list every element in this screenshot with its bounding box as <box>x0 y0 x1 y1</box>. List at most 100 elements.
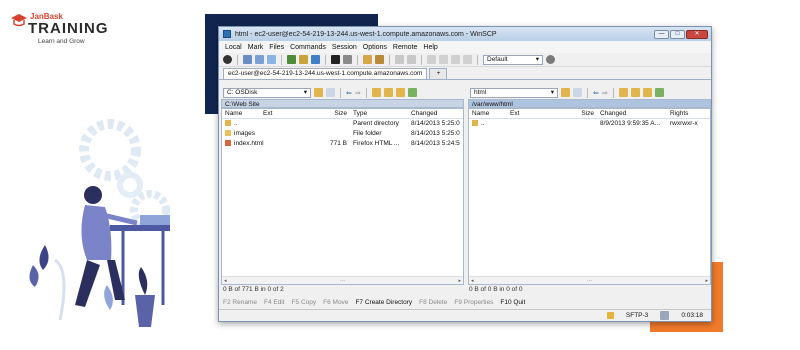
transfer-settings-gear-icon[interactable] <box>546 55 555 64</box>
remote-pane: html ▾ ⇐ ⇒ /var/www/html Name Ext Size C… <box>468 86 711 285</box>
scroll-right-icon[interactable]: ▸ <box>705 278 708 284</box>
f9-properties-button[interactable]: F9 Properties <box>454 299 493 306</box>
select-all-icon[interactable] <box>439 55 448 64</box>
column-changed[interactable]: Changed <box>597 109 667 118</box>
toolbar-separator <box>237 54 238 65</box>
f5-copy-button[interactable]: F5 Copy <box>292 299 317 306</box>
toolbar-separator <box>340 87 341 98</box>
synchronize-browsing-icon[interactable] <box>299 55 308 64</box>
scroll-thumb[interactable]: ⋯ <box>587 278 592 284</box>
file-type: Parent directory <box>353 120 399 127</box>
home-icon[interactable] <box>642 88 652 97</box>
menu-options[interactable]: Options <box>363 44 387 51</box>
refresh-icon[interactable] <box>407 88 417 97</box>
f10-quit-button[interactable]: F10 Quit <box>500 299 525 306</box>
forward-arrow-icon[interactable]: ⇒ <box>355 89 361 97</box>
table-row[interactable]: index.html 771 B Firefox HTML ... 8/14/2… <box>222 139 463 149</box>
home-icon[interactable] <box>395 88 405 97</box>
menu-remote[interactable]: Remote <box>393 44 418 51</box>
toolbar-separator <box>477 54 478 65</box>
refresh-icon[interactable] <box>311 55 320 64</box>
back-arrow-icon[interactable]: ⇐ <box>593 89 599 97</box>
local-file-list: Name Ext Size Type Changed .. Parent dir… <box>221 108 464 285</box>
terminal-icon[interactable] <box>331 55 340 64</box>
table-row[interactable]: .. 8/9/2013 9:59:35 A... rwxrwxr-x <box>469 119 710 129</box>
minus-icon[interactable] <box>407 55 416 64</box>
tab-session[interactable]: ec2-user@ec2-54-219-13-244.us-west-1.com… <box>223 68 428 79</box>
root-directory-icon[interactable] <box>630 88 640 97</box>
filter-icon[interactable] <box>573 88 582 97</box>
forward-arrow-icon[interactable]: ⇒ <box>602 89 608 97</box>
minimize-button[interactable]: — <box>654 29 669 39</box>
queue-icon[interactable] <box>267 55 276 64</box>
column-name[interactable]: Name <box>222 109 260 118</box>
open-folder-icon[interactable] <box>314 88 323 97</box>
f6-move-button[interactable]: F6 Move <box>323 299 348 306</box>
parent-directory-icon[interactable] <box>618 88 628 97</box>
table-row[interactable]: images File folder 8/14/2013 5:25:0 <box>222 129 463 139</box>
html-file-icon <box>225 140 231 146</box>
scroll-left-icon[interactable]: ◂ <box>224 278 227 284</box>
scroll-right-icon[interactable]: ▸ <box>458 278 461 284</box>
column-changed[interactable]: Changed <box>408 109 462 118</box>
transfer-settings-select[interactable]: Default ▾ <box>483 54 543 65</box>
unselect-icon[interactable] <box>451 55 460 64</box>
parent-directory-icon[interactable] <box>371 88 381 97</box>
close-button[interactable]: ✕ <box>686 29 708 39</box>
local-pane: C: OSDisk ▾ ⇐ ⇒ C:\Web Site Name Ext Siz… <box>221 86 464 285</box>
compare-directories-icon[interactable] <box>243 55 252 64</box>
winscp-app-icon <box>223 30 231 38</box>
function-key-bar: F2 Rename F4 Edit F5 Copy F6 Move F7 Cre… <box>223 297 525 308</box>
column-ext[interactable]: Ext <box>507 109 567 118</box>
menu-local[interactable]: Local <box>225 44 242 51</box>
filter-icon[interactable] <box>427 55 436 64</box>
local-horizontal-scrollbar[interactable]: ◂ ⋯ ▸ <box>222 276 463 284</box>
column-type[interactable]: Type <box>350 109 408 118</box>
invert-selection-icon[interactable] <box>463 55 472 64</box>
plus-icon[interactable] <box>395 55 404 64</box>
remote-directory-select[interactable]: html ▾ <box>470 87 558 98</box>
toolbar-separator <box>389 54 390 65</box>
tab-new-session[interactable]: + <box>429 68 448 79</box>
keep-up-to-date-icon[interactable] <box>287 55 296 64</box>
menu-mark[interactable]: Mark <box>248 44 264 51</box>
window-titlebar[interactable]: html - ec2-user@ec2-54-219-13-244.us-wes… <box>219 27 711 41</box>
session-icon[interactable] <box>375 55 384 64</box>
menu-commands[interactable]: Commands <box>290 44 326 51</box>
window-title: html - ec2-user@ec2-54-219-13-244.us-wes… <box>235 30 497 38</box>
menu-files[interactable]: Files <box>269 44 284 51</box>
column-rights[interactable]: Rights <box>667 109 709 118</box>
scroll-left-icon[interactable]: ◂ <box>471 278 474 284</box>
open-folder-icon[interactable] <box>561 88 570 97</box>
bookmark-icon[interactable] <box>363 55 372 64</box>
menu-help[interactable]: Help <box>423 44 437 51</box>
putty-icon[interactable] <box>343 55 352 64</box>
local-path: C:\Web Site <box>221 99 464 108</box>
preferences-gear-icon[interactable] <box>223 55 232 64</box>
menu-session[interactable]: Session <box>332 44 357 51</box>
f4-edit-button[interactable]: F4 Edit <box>264 299 285 306</box>
local-drive-value: C: OSDisk <box>227 88 258 96</box>
scroll-thumb[interactable]: ⋯ <box>340 278 345 284</box>
column-name[interactable]: Name <box>469 109 507 118</box>
f8-delete-button[interactable]: F8 Delete <box>419 299 447 306</box>
column-size[interactable]: Size <box>320 109 350 118</box>
brand-name-big: TRAINING <box>28 20 109 37</box>
remote-column-headers: Name Ext Size Changed Rights <box>469 109 710 119</box>
toolbar-separator <box>421 54 422 65</box>
column-ext[interactable]: Ext <box>260 109 320 118</box>
filter-icon[interactable] <box>326 88 335 97</box>
synchronize-icon[interactable] <box>255 55 264 64</box>
maximize-button[interactable]: □ <box>670 29 685 39</box>
table-row[interactable]: .. Parent directory 8/14/2013 5:25:0 <box>222 119 463 129</box>
refresh-icon[interactable] <box>654 88 664 97</box>
f7-create-directory-button[interactable]: F7 Create Directory <box>355 299 412 306</box>
back-arrow-icon[interactable]: ⇐ <box>346 89 352 97</box>
column-size[interactable]: Size <box>567 109 597 118</box>
f2-rename-button[interactable]: F2 Rename <box>223 299 257 306</box>
file-changed: 8/9/2013 9:59:35 A... <box>600 120 660 127</box>
remote-horizontal-scrollbar[interactable]: ◂ ⋯ ▸ <box>469 276 710 284</box>
root-directory-icon[interactable] <box>383 88 393 97</box>
local-drive-select[interactable]: C: OSDisk ▾ <box>223 87 311 98</box>
chevron-down-icon: ▾ <box>535 55 539 63</box>
